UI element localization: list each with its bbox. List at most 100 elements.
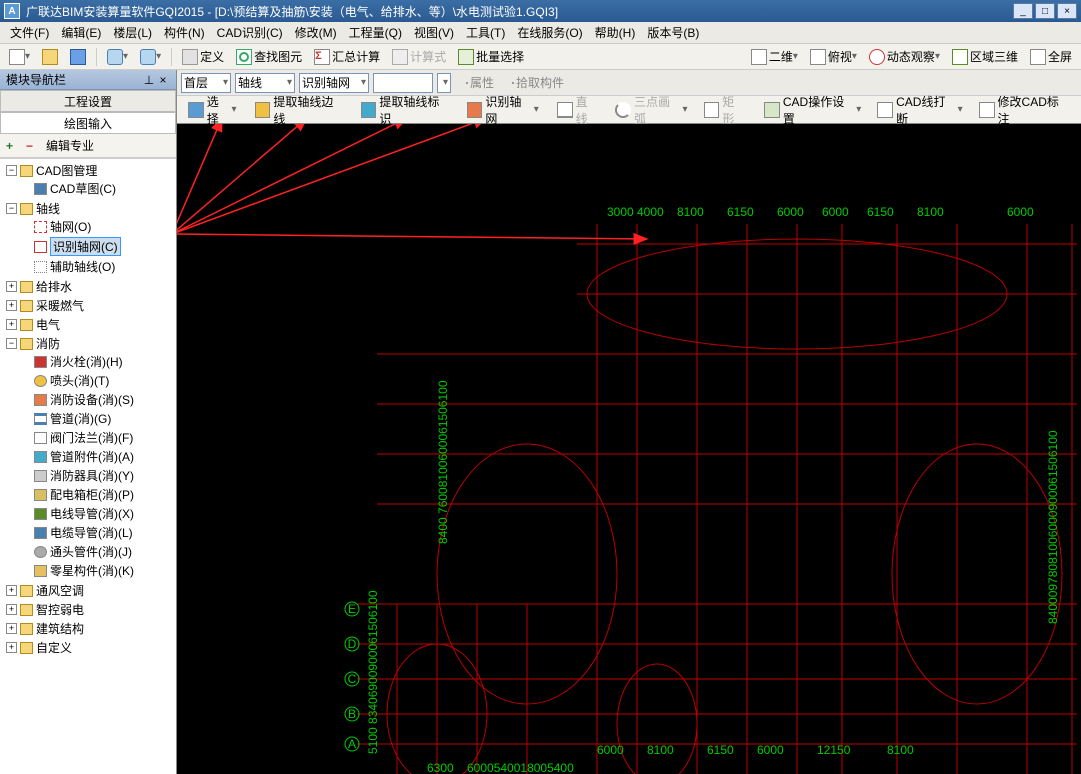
- sum-calc-button[interactable]: Σ汇总计算: [309, 45, 385, 68]
- tree-fire-misc[interactable]: 零星构件(消)(K): [50, 562, 134, 579]
- tree-fire[interactable]: 消防: [36, 335, 60, 352]
- svg-text:6150: 6150: [867, 205, 894, 219]
- toggle-icon[interactable]: +: [6, 642, 17, 653]
- menu-cad-ident[interactable]: CAD识别(C): [211, 22, 289, 43]
- edit-specialty-label[interactable]: 编辑专业: [46, 137, 94, 154]
- toggle-icon[interactable]: −: [6, 338, 17, 349]
- toggle-icon[interactable]: +: [6, 319, 17, 330]
- menu-edit[interactable]: 编辑(E): [55, 22, 107, 43]
- menu-tools[interactable]: 工具(T): [460, 22, 511, 43]
- tree-fire-distbox[interactable]: 配电箱柜(消)(P): [50, 486, 134, 503]
- svg-text:3000: 3000: [607, 205, 634, 219]
- fire-equip-icon: [34, 394, 47, 406]
- folder-icon: [20, 203, 33, 215]
- menu-online[interactable]: 在线服务(O): [511, 22, 588, 43]
- orbit-button[interactable]: 动态观察▾: [864, 45, 945, 68]
- menu-quantity[interactable]: 工程量(Q): [343, 22, 408, 43]
- toggle-icon[interactable]: +: [6, 623, 17, 634]
- drawing-canvas[interactable]: 3000 4000 8100 6150 6000 6000 6150 8100 …: [177, 124, 1081, 774]
- tree-hvac[interactable]: 通风空调: [36, 582, 84, 599]
- remove-icon[interactable]: −: [26, 139, 40, 153]
- close-panel-icon[interactable]: ×: [156, 73, 170, 87]
- menu-component[interactable]: 构件(N): [158, 22, 211, 43]
- nav-tree[interactable]: − CAD图管理 CAD草图(C) − 轴线 轴网(O) 识别轴网(C) 辅助轴线(…: [0, 158, 176, 774]
- tree-fire-pass[interactable]: 通头管件(消)(J): [50, 543, 132, 560]
- svg-text:D: D: [348, 637, 357, 651]
- tree-fire-wire[interactable]: 电线导管(消)(X): [50, 505, 134, 522]
- save-icon: [70, 49, 86, 65]
- maximize-button[interactable]: □: [1035, 3, 1055, 19]
- undo-button[interactable]: ▾: [102, 46, 133, 68]
- extract-edge-icon: [255, 102, 271, 118]
- toggle-icon[interactable]: −: [6, 203, 17, 214]
- menu-version[interactable]: 版本号(B): [641, 22, 705, 43]
- fullscreen-button[interactable]: 全屏: [1025, 45, 1077, 68]
- menu-help[interactable]: 帮助(H): [589, 22, 642, 43]
- define-button[interactable]: 定义: [177, 45, 229, 68]
- formula-button[interactable]: 计算式: [387, 45, 451, 68]
- toggle-icon[interactable]: +: [6, 300, 17, 311]
- tree-fire-cable[interactable]: 电缆导管(消)(L): [50, 524, 133, 541]
- topview-icon: [810, 49, 826, 65]
- search-icon: [236, 49, 252, 65]
- formula-icon: [392, 49, 408, 65]
- fullscreen-icon: [1030, 49, 1046, 65]
- tree-fire-hydrant[interactable]: 消火栓(消)(H): [50, 353, 123, 370]
- toggle-icon[interactable]: +: [6, 281, 17, 292]
- folder-icon: [20, 338, 33, 350]
- menu-file[interactable]: 文件(F): [4, 22, 55, 43]
- svg-text:8100: 8100: [917, 205, 944, 219]
- tree-axis-net[interactable]: 轴网(O): [50, 218, 91, 235]
- tree-building-struct[interactable]: 建筑结构: [36, 620, 84, 637]
- toggle-icon[interactable]: +: [6, 604, 17, 615]
- find-element-button[interactable]: 查找图元: [231, 45, 307, 68]
- new-button[interactable]: ▾: [4, 46, 35, 68]
- tree-smart-lowv[interactable]: 智控弱电: [36, 601, 84, 618]
- tree-axis-aux[interactable]: 辅助轴线(O): [50, 258, 115, 275]
- cable-icon: [34, 527, 47, 539]
- extract-label-icon: [361, 102, 377, 118]
- tree-fire-tool[interactable]: 消防器具(消)(Y): [50, 467, 134, 484]
- tree-fire-valve[interactable]: 阀门法兰(消)(F): [50, 429, 133, 446]
- tree-cad-management[interactable]: CAD图管理: [36, 162, 97, 179]
- menu-floor[interactable]: 楼层(L): [107, 22, 158, 43]
- svg-text:E: E: [348, 602, 356, 616]
- wire-icon: [34, 508, 47, 520]
- tree-custom[interactable]: 自定义: [36, 639, 72, 656]
- top-view-button[interactable]: 俯视▾: [805, 45, 862, 68]
- add-icon[interactable]: +: [6, 139, 20, 153]
- tree-fire-fitting[interactable]: 管道附件(消)(A): [50, 448, 134, 465]
- toggle-icon[interactable]: −: [6, 165, 17, 176]
- pin-icon[interactable]: ⊥: [142, 73, 156, 87]
- svg-text:4000: 4000: [637, 205, 664, 219]
- menu-modify[interactable]: 修改(M): [289, 22, 343, 43]
- cad-settings-icon: [764, 102, 780, 118]
- redo-button[interactable]: ▾: [135, 46, 166, 68]
- tree-fire-equip[interactable]: 消防设备(消)(S): [50, 391, 134, 408]
- minimize-button[interactable]: _: [1013, 3, 1033, 19]
- tree-heating-gas[interactable]: 采暖燃气: [36, 297, 84, 314]
- menubar: 文件(F) 编辑(E) 楼层(L) 构件(N) CAD识别(C) 修改(M) 工…: [0, 22, 1081, 44]
- tree-axis[interactable]: 轴线: [36, 200, 60, 217]
- 2d-view-button[interactable]: 二维▾: [746, 45, 803, 68]
- tree-plumbing[interactable]: 给排水: [36, 278, 72, 295]
- toggle-icon[interactable]: +: [6, 585, 17, 596]
- tree-axis-ident[interactable]: 识别轴网(C): [50, 237, 121, 256]
- open-button[interactable]: [37, 46, 63, 68]
- tab-draw-input[interactable]: 绘图输入: [0, 112, 176, 134]
- folder-icon: [20, 300, 33, 312]
- tree-fire-pipe[interactable]: 管道(消)(G): [50, 410, 111, 427]
- misc-icon: [34, 565, 47, 577]
- tree-electric[interactable]: 电气: [36, 316, 60, 333]
- cad-icon: [34, 183, 47, 195]
- tree-fire-nozzle[interactable]: 喷头(消)(T): [50, 372, 109, 389]
- menu-view[interactable]: 视图(V): [408, 22, 460, 43]
- tab-project-settings[interactable]: 工程设置: [0, 90, 176, 112]
- zone-3d-button[interactable]: 区域三维: [947, 45, 1023, 68]
- aux-axis-icon: [34, 261, 47, 273]
- tree-cad-sketch[interactable]: CAD草图(C): [50, 180, 116, 197]
- close-button[interactable]: ×: [1057, 3, 1077, 19]
- save-button[interactable]: [65, 46, 91, 68]
- svg-text:A: A: [348, 737, 356, 751]
- batch-select-button[interactable]: 批量选择: [453, 45, 529, 68]
